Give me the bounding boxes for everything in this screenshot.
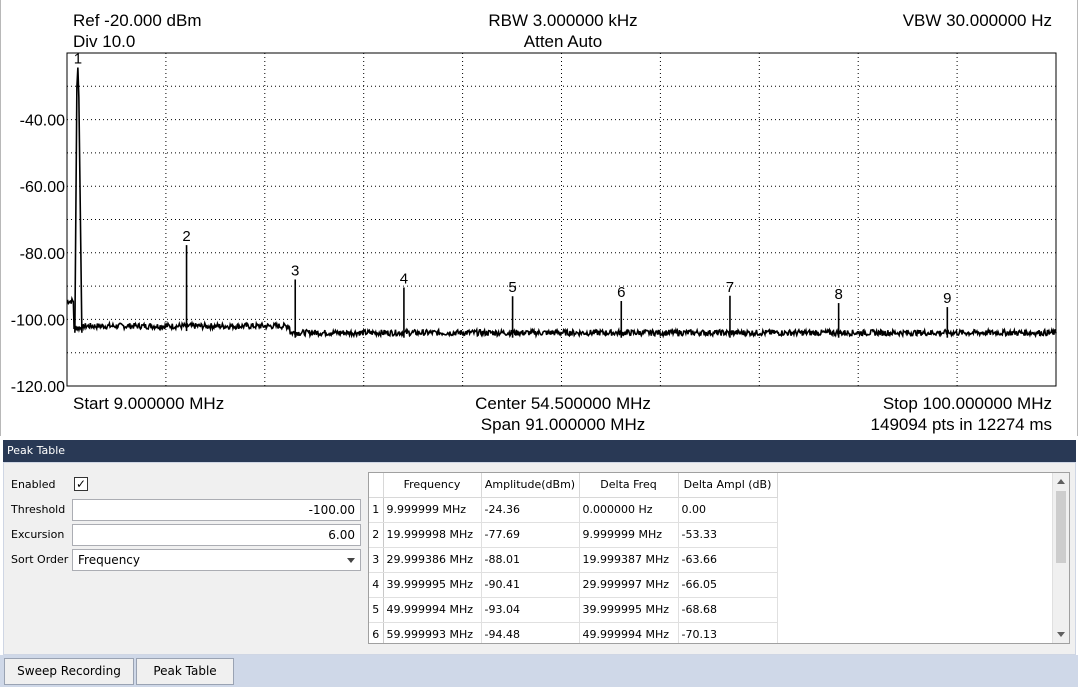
cell-frequency: 59.999993 MHz	[383, 622, 482, 643]
cell-delta-freq: 49.999994 MHz	[579, 622, 679, 643]
sort-order-label: Sort Order	[11, 553, 69, 566]
cell-delta-ampl: -68.68	[678, 597, 778, 623]
y-tick-label: -80.00	[20, 246, 65, 263]
cell-amplitude: -24.36	[481, 497, 580, 523]
table-header-row: Frequency Amplitude(dBm) Delta Freq Delt…	[369, 473, 778, 498]
cell-frequency: 49.999994 MHz	[383, 597, 482, 623]
sort-order-value: Frequency	[78, 553, 140, 567]
peak-markers: 123 45 6 7 8 9	[74, 51, 951, 338]
cell-frequency: 19.999998 MHz	[383, 522, 482, 548]
threshold-label: Threshold	[11, 503, 66, 516]
row-index: 6	[369, 622, 384, 643]
row-index: 1	[369, 497, 384, 523]
y-tick-label: -60.00	[20, 179, 65, 196]
marker-label: 2	[182, 228, 190, 245]
row-index: 4	[369, 572, 384, 598]
marker-label: 7	[726, 279, 734, 296]
row-index: 3	[369, 547, 384, 573]
peak-table-panel: Enabled ✓ Threshold -100.00 Excursion 6.…	[3, 462, 1076, 655]
y-tick-label: -100.00	[11, 312, 65, 329]
start-freq-label: Start 9.000000 MHz	[73, 394, 225, 413]
marker-label: 8	[834, 286, 842, 303]
y-tick-label: -40.00	[20, 113, 65, 130]
cell-delta-ampl: 0.00	[678, 497, 778, 523]
cell-frequency: 39.999995 MHz	[383, 572, 482, 598]
column-header-amplitude[interactable]: Amplitude(dBm)	[481, 473, 580, 498]
scroll-up-icon[interactable]	[1057, 479, 1065, 484]
table-row[interactable]: 5 49.999994 MHz -93.04 39.999995 MHz -68…	[369, 597, 778, 623]
cell-frequency: 9.999999 MHz	[383, 497, 482, 523]
row-header-corner	[369, 473, 384, 498]
cell-amplitude: -88.01	[481, 547, 580, 573]
column-header-frequency[interactable]: Frequency	[383, 473, 482, 498]
tab-sweep-recording[interactable]: Sweep Recording	[4, 658, 134, 685]
marker-label: 6	[617, 284, 625, 301]
threshold-input[interactable]: -100.00	[72, 499, 361, 521]
cell-amplitude: -90.41	[481, 572, 580, 598]
sort-order-select[interactable]: Frequency	[72, 549, 361, 571]
scroll-down-icon[interactable]	[1057, 632, 1065, 637]
cell-delta-ampl: -70.13	[678, 622, 778, 643]
table-row[interactable]: 4 39.999995 MHz -90.41 29.999997 MHz -66…	[369, 572, 778, 598]
peak-spike	[74, 67, 83, 333]
table-row[interactable]: 1 9.999999 MHz -24.36 0.000000 Hz 0.00	[369, 497, 778, 523]
table-row[interactable]: 3 29.999386 MHz -88.01 19.999387 MHz -63…	[369, 547, 778, 573]
y-tick-label: -120.00	[11, 379, 65, 396]
scroll-thumb[interactable]	[1056, 491, 1066, 563]
marker-label: 9	[943, 290, 951, 307]
cell-delta-ampl: -63.66	[678, 547, 778, 573]
peak-table-grid[interactable]: Frequency Amplitude(dBm) Delta Freq Delt…	[368, 472, 1070, 644]
cell-amplitude: -94.48	[481, 622, 580, 643]
row-index: 5	[369, 597, 384, 623]
column-header-delta-ampl[interactable]: Delta Ampl (dB)	[678, 473, 778, 498]
spectrum-plot[interactable]: -40.00-60.00-80.00-100.00-120.00 123 45 6 7…	[1, 0, 1078, 436]
chevron-down-icon	[347, 558, 355, 563]
excursion-input[interactable]: 6.00	[72, 524, 361, 546]
cell-delta-freq: 0.000000 Hz	[579, 497, 679, 523]
row-index: 2	[369, 522, 384, 548]
cell-amplitude: -77.69	[481, 522, 580, 548]
cell-delta-freq: 19.999387 MHz	[579, 547, 679, 573]
peak-table-title: Peak Table	[3, 440, 1076, 462]
spectrum-display: Ref -20.000 dBm Div 10.0 RBW 3.000000 kH…	[0, 0, 1078, 436]
cell-amplitude: -93.04	[481, 597, 580, 623]
enabled-checkbox[interactable]: ✓	[74, 477, 88, 491]
span-label: Span 91.000000 MHz	[480, 415, 646, 434]
cell-frequency: 29.999386 MHz	[383, 547, 482, 573]
table-row[interactable]: 2 19.999998 MHz -77.69 9.999999 MHz -53.…	[369, 522, 778, 548]
cell-delta-freq: 9.999999 MHz	[579, 522, 679, 548]
cell-delta-freq: 39.999995 MHz	[579, 597, 679, 623]
bottom-tab-bar: Sweep Recording Peak Table	[0, 655, 1078, 687]
cell-delta-freq: 29.999997 MHz	[579, 572, 679, 598]
cell-delta-ampl: -66.05	[678, 572, 778, 598]
plot-grid	[67, 53, 1056, 386]
excursion-label: Excursion	[11, 528, 65, 541]
table-row[interactable]: 6 59.999993 MHz -94.48 49.999994 MHz -70…	[369, 622, 778, 643]
center-freq-label: Center 54.500000 MHz	[475, 394, 651, 413]
column-header-delta-freq[interactable]: Delta Freq	[579, 473, 679, 498]
marker-label: 5	[508, 279, 516, 296]
points-label: 149094 pts in 12274 ms	[870, 415, 1052, 434]
y-axis-ticks: -40.00 -60.00 -80.00 -100.00 -120.00	[11, 113, 65, 396]
cell-delta-ampl: -53.33	[678, 522, 778, 548]
marker-label: 3	[291, 262, 299, 279]
marker-label: 4	[400, 270, 408, 287]
table-scrollbar[interactable]	[1052, 473, 1069, 643]
tab-peak-table[interactable]: Peak Table	[136, 658, 234, 685]
enabled-label: Enabled	[11, 478, 56, 491]
stop-freq-label: Stop 100.000000 MHz	[882, 394, 1052, 413]
